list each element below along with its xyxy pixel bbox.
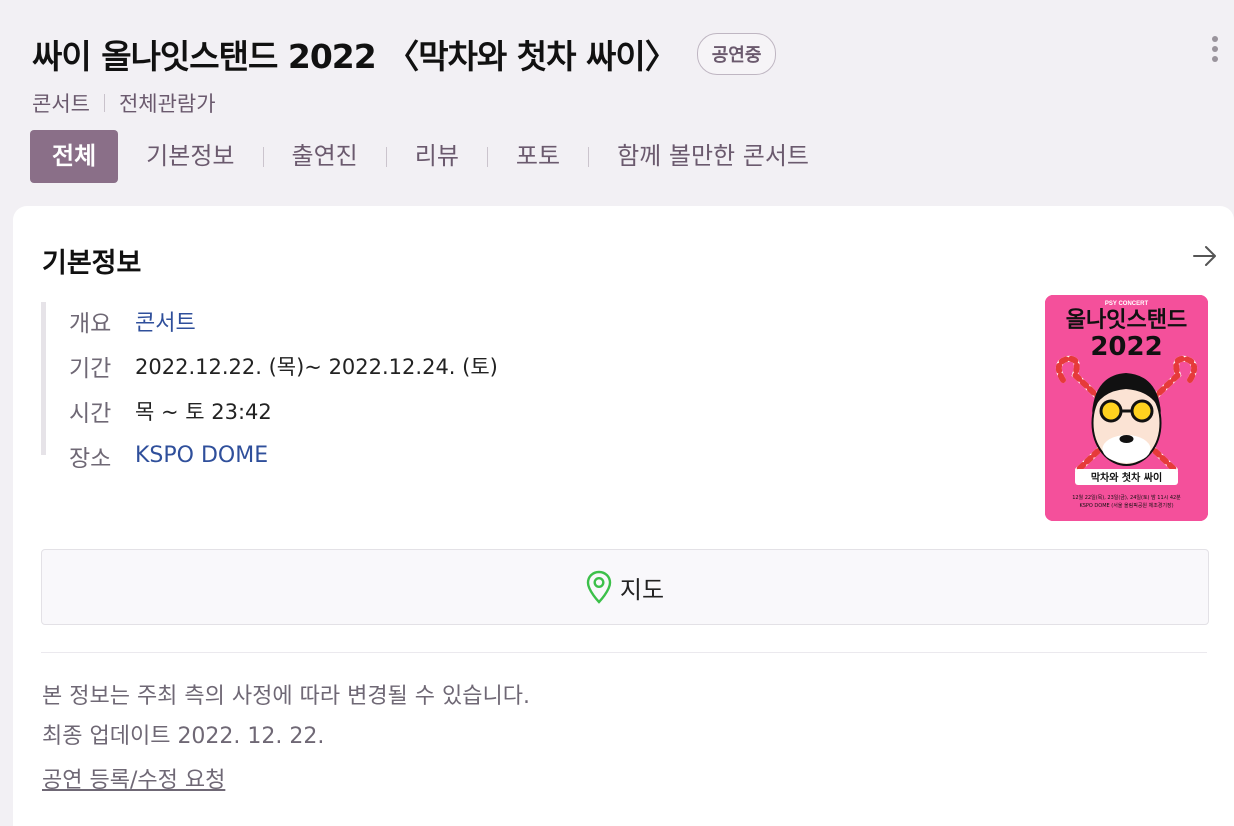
section-divider xyxy=(41,652,1207,653)
page-title: 싸이 올나잇스탠드 2022 〈막차와 첫차 싸이〉 xyxy=(32,37,678,76)
venue-link[interactable]: KSPO DOME xyxy=(135,443,268,468)
updated-label: 최종 업데이트 xyxy=(42,724,171,749)
map-button[interactable]: 지도 xyxy=(41,549,1209,625)
edit-request-link[interactable]: 공연 등록/수정 요청 xyxy=(42,762,225,794)
tab-basic-info[interactable]: 기본정보 xyxy=(118,130,262,183)
age-rating-label: 전체관람가 xyxy=(118,92,216,116)
info-row-venue: 장소 KSPO DOME xyxy=(69,433,498,478)
subtitle-row: 콘서트 전체관람가 xyxy=(32,88,216,118)
title-row: 싸이 올나잇스탠드 2022 〈막차와 첫차 싸이〉 공연중 xyxy=(32,30,777,78)
updated-date: 2022. 12. 22. xyxy=(177,724,325,749)
header: 싸이 올나잇스탠드 2022 〈막차와 첫차 싸이〉 공연중 콘서트 전체관람가… xyxy=(0,0,1234,205)
tab-reviews[interactable]: 리뷰 xyxy=(387,130,487,183)
info-accent-bar xyxy=(41,302,46,455)
section-title: 기본정보 xyxy=(42,248,142,279)
subtitle-divider xyxy=(103,94,105,112)
poster-date-line: 12월 22일(목), 23일(금), 24일(토) 밤 11시 42분 xyxy=(1072,494,1181,501)
time-value: 목 ~ 토 23:42 xyxy=(135,399,272,424)
poster-bottom-text: 막차와 첫차 싸이 xyxy=(1091,471,1162,484)
tab-all[interactable]: 전체 xyxy=(30,130,119,183)
info-row-overview: 개요 콘서트 xyxy=(69,298,498,343)
arrow-right-icon[interactable] xyxy=(1191,244,1219,268)
poster-main-text: 올나잇스탠드 xyxy=(1066,308,1187,333)
notice-text: 본 정보는 주최 측의 사정에 따라 변경될 수 있습니다. xyxy=(42,684,530,709)
info-row-period: 기간 2022.12.22. (목)~ 2022.12.24. (토) xyxy=(69,343,498,388)
poster-top-text: PSY CONCERT xyxy=(1105,301,1149,307)
category-label: 콘서트 xyxy=(32,92,90,116)
info-label: 시간 xyxy=(69,400,112,427)
info-label: 기간 xyxy=(69,355,112,382)
period-value: 2022.12.22. (목)~ 2022.12.24. (토) xyxy=(135,354,498,379)
tab-related-concerts[interactable]: 함께 볼만한 콘서트 xyxy=(589,130,837,183)
more-options-icon[interactable] xyxy=(1212,36,1218,64)
psy-face xyxy=(1091,373,1162,466)
tab-photos[interactable]: 포토 xyxy=(488,130,588,183)
info-row-time: 시간 목 ~ 토 23:42 xyxy=(69,388,498,433)
poster-venue-line: KSPO DOME (서울 올림픽공원 체조경기장) xyxy=(1079,502,1173,509)
poster-year-text: 2022 xyxy=(1090,332,1162,362)
info-label: 개요 xyxy=(69,310,112,337)
concert-poster[interactable]: PSY CONCERT 올나잇스탠드 2022 막차와 첫차 싸이 12월 22… xyxy=(1045,295,1208,521)
last-updated: 최종 업데이트 2022. 12. 22. xyxy=(42,718,324,750)
map-pin-icon xyxy=(586,570,612,604)
overview-link[interactable]: 콘서트 xyxy=(135,305,196,337)
tab-bar: 전체 기본정보 출연진 리뷰 포토 함께 볼만한 콘서트 xyxy=(30,130,837,183)
info-label: 장소 xyxy=(69,445,112,472)
basic-info-card: 기본정보 개요 콘서트 기간 2022.12.22. (목)~ 2022.12.… xyxy=(13,206,1234,826)
map-label: 지도 xyxy=(619,575,665,604)
tab-cast[interactable]: 출연진 xyxy=(264,130,386,183)
info-list: 개요 콘서트 기간 2022.12.22. (목)~ 2022.12.24. (… xyxy=(69,298,498,478)
status-badge: 공연중 xyxy=(696,33,777,75)
